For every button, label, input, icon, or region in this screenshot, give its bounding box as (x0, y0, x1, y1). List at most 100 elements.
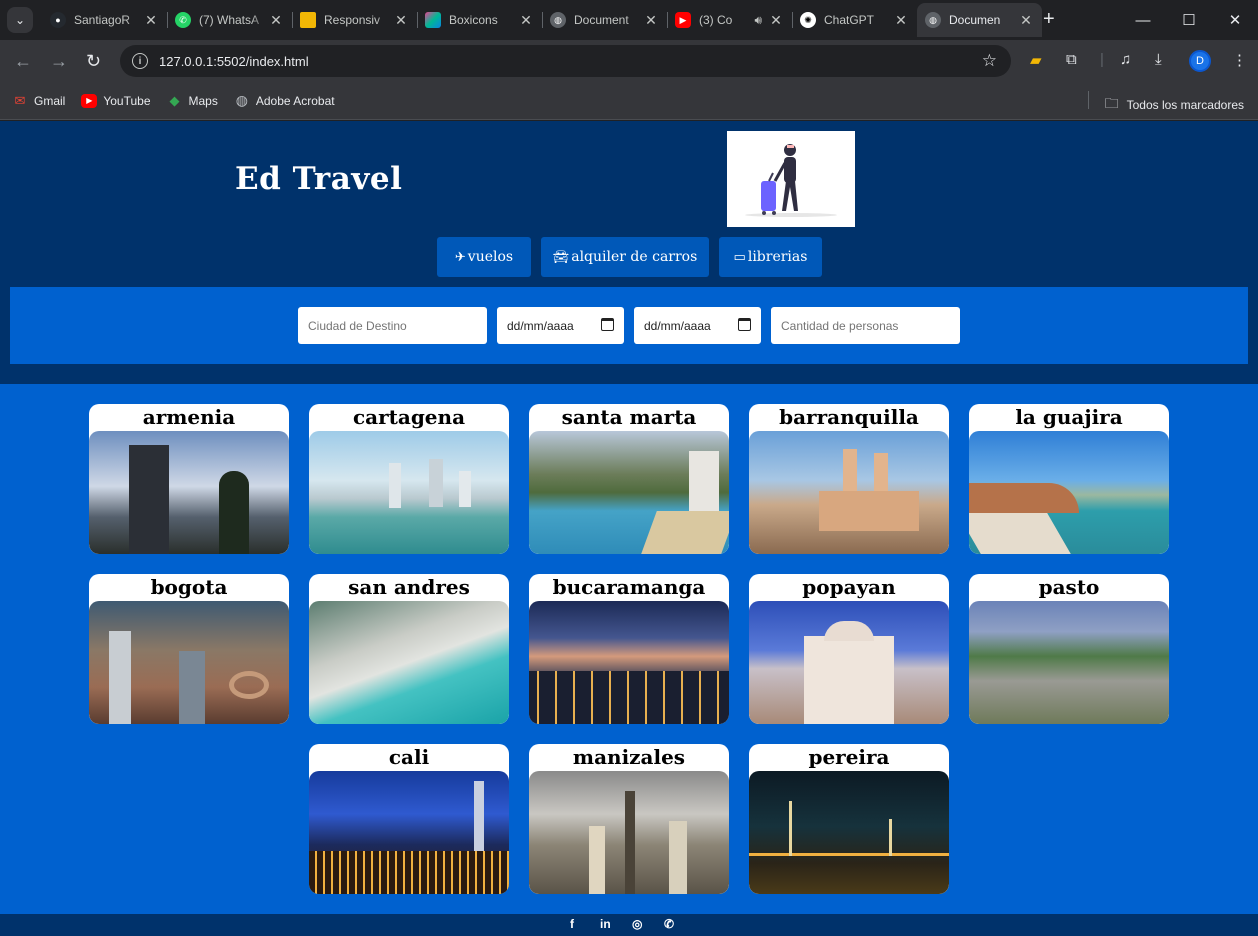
destination-photo (529, 601, 729, 724)
download-icon[interactable]: ⤓ (1155, 51, 1162, 68)
close-icon[interactable]: ✕ (643, 12, 659, 29)
tab-2[interactable]: Responsiv ✕ (292, 3, 417, 37)
close-icon[interactable]: ✕ (393, 12, 409, 29)
destination-photo (309, 601, 509, 724)
linkedin-icon[interactable]: in (600, 917, 611, 931)
close-icon[interactable]: ✕ (268, 12, 284, 29)
destination-name: bogota (150, 575, 228, 599)
close-icon[interactable]: ✕ (768, 12, 784, 29)
instagram-icon[interactable]: ◎ (632, 917, 642, 931)
tab-4[interactable]: ◍ Document ✕ (542, 3, 667, 37)
all-bookmarks-label: Todos los marcadores (1126, 98, 1244, 112)
site-info-icon[interactable]: i (132, 53, 148, 69)
search-bar: Ciudad de Destino dd/mm/aaaa dd/mm/aaaa … (10, 287, 1248, 364)
libraries-button[interactable]: ▭ librerias (719, 237, 822, 277)
destination-card-armenia[interactable]: armenia (89, 404, 289, 554)
maximize-icon[interactable]: ☐ (1166, 0, 1212, 40)
window-controls: — ☐ ✕ (1120, 0, 1258, 40)
bookmark-gmail[interactable]: ✉ Gmail (12, 92, 66, 108)
bookmark-adobe[interactable]: ◍ Adobe Acrobat (234, 92, 335, 108)
destination-name: cartagena (352, 405, 466, 429)
destination-name: barranquilla (779, 405, 919, 429)
back-icon[interactable]: ← (14, 51, 32, 71)
close-icon[interactable]: ✕ (143, 12, 159, 29)
tab-3[interactable]: Boxicons ✕ (417, 3, 542, 37)
destination-photo (89, 431, 289, 554)
checkin-date-input[interactable]: dd/mm/aaaa (497, 307, 624, 344)
car-icon: 🚘︎ (552, 249, 570, 265)
bookmark-youtube[interactable]: ▶ YouTube (81, 93, 151, 108)
tab-1[interactable]: ✆ (7) WhatsA ✕ (167, 3, 292, 37)
destination-card-barranquilla[interactable]: barranquilla (749, 404, 949, 554)
profile-avatar[interactable]: D (1189, 50, 1211, 72)
extension-icon[interactable]: ▰ (1030, 51, 1042, 69)
close-window-icon[interactable]: ✕ (1212, 0, 1258, 40)
people-count-input[interactable]: Cantidad de personas (771, 307, 960, 344)
destination-card-san-andres[interactable]: san andres (309, 574, 509, 724)
tab-7-active[interactable]: ◍ Documen ✕ (917, 3, 1042, 37)
plane-icon: ✈ (454, 249, 466, 265)
destination-card-bogota[interactable]: bogota (89, 574, 289, 724)
destination-card-cali[interactable]: cali (309, 744, 509, 894)
new-tab-button[interactable]: + (1043, 9, 1055, 29)
calendar-icon[interactable] (738, 318, 751, 331)
tab-search-button[interactable]: ⌄ (7, 7, 33, 33)
close-icon[interactable]: ✕ (1018, 12, 1034, 29)
flights-button[interactable]: ✈ vuelos (437, 237, 531, 277)
destination-name: santa marta (561, 405, 697, 429)
destination-card-pereira[interactable]: pereira (749, 744, 949, 894)
folder-icon: 🗀 (1104, 95, 1119, 111)
speaker-icon[interactable]: 🔊︎ (754, 13, 762, 28)
destination-card-pasto[interactable]: pasto (969, 574, 1169, 724)
tab-title: Documen (949, 13, 1001, 27)
destination-photo (749, 601, 949, 724)
bookmark-label: YouTube (103, 93, 151, 108)
libraries-label: librerias (747, 249, 808, 265)
calendar-icon[interactable] (601, 318, 614, 331)
destination-photo (529, 771, 729, 894)
destination-card-manizales[interactable]: manizales (529, 744, 729, 894)
destination-card-popayan[interactable]: popayan (749, 574, 949, 724)
close-icon[interactable]: ✕ (893, 12, 909, 29)
destination-card-cartagena[interactable]: cartagena (309, 404, 509, 554)
boxicons-icon (425, 12, 441, 28)
destination-name: manizales (572, 745, 686, 769)
all-bookmarks-button[interactable]: 🗀 Todos los marcadores (1087, 91, 1244, 117)
bookmark-star-icon[interactable]: ☆ (982, 51, 997, 71)
date-placeholder: dd/mm/aaaa (507, 318, 574, 333)
facebook-icon[interactable]: f (570, 917, 574, 931)
puzzle-icon[interactable]: ⧉ (1066, 51, 1077, 68)
globe-icon: ◍ (235, 92, 248, 108)
reload-icon[interactable]: ↻ (86, 51, 101, 71)
bookmark-label: Maps (188, 93, 218, 108)
tab-0[interactable]: ● SantiagoR ✕ (42, 3, 167, 37)
forward-icon[interactable]: → (50, 51, 68, 71)
destination-photo (309, 431, 509, 554)
bookmark-maps[interactable]: ◆ Maps (167, 93, 218, 108)
destination-card-bucaramanga[interactable]: bucaramanga (529, 574, 729, 724)
destination-card-santa-marta[interactable]: santa marta (529, 404, 729, 554)
bookmarks-bar: ✉ Gmail ▶ YouTube ◆ Maps ◍ Adobe Acrobat… (0, 82, 1258, 120)
traveler-illustration (727, 131, 855, 227)
checkout-date-input[interactable]: dd/mm/aaaa (634, 307, 761, 344)
whatsapp-icon[interactable]: ✆ (664, 917, 674, 931)
close-icon[interactable]: ✕ (518, 12, 534, 29)
tab-strip: ⌄ ● SantiagoR ✕ ✆ (7) WhatsA ✕ Responsiv… (0, 0, 1258, 40)
car-rental-button[interactable]: 🚘︎ alquiler de carros (541, 237, 709, 277)
bookmark-label: Adobe Acrobat (255, 93, 335, 108)
destination-photo (529, 431, 729, 554)
minimize-icon[interactable]: — (1120, 0, 1166, 40)
tab-5[interactable]: ▶ (3) Co 🔊︎ ✕ (667, 3, 792, 37)
address-bar[interactable]: i 127.0.0.1:5502/index.html ☆ (120, 45, 1011, 77)
destination-photo (89, 601, 289, 724)
browser-toolbar: ← → ↻ i 127.0.0.1:5502/index.html ☆ ▰ ⧉ … (0, 40, 1258, 82)
tab-6[interactable]: ✺ ChatGPT ✕ (792, 3, 917, 37)
destination-card-la-guajira[interactable]: la guajira (969, 404, 1169, 554)
media-icon[interactable]: ♫ (1120, 51, 1131, 68)
site-footer: f in ◎ ✆ (0, 914, 1258, 936)
globe-icon: ◍ (925, 12, 941, 28)
menu-icon[interactable]: ⋮ (1232, 51, 1247, 69)
tab-title: Responsiv (324, 13, 381, 27)
gmail-icon: ✉ (14, 92, 26, 108)
destination-input[interactable]: Ciudad de Destino (298, 307, 487, 344)
